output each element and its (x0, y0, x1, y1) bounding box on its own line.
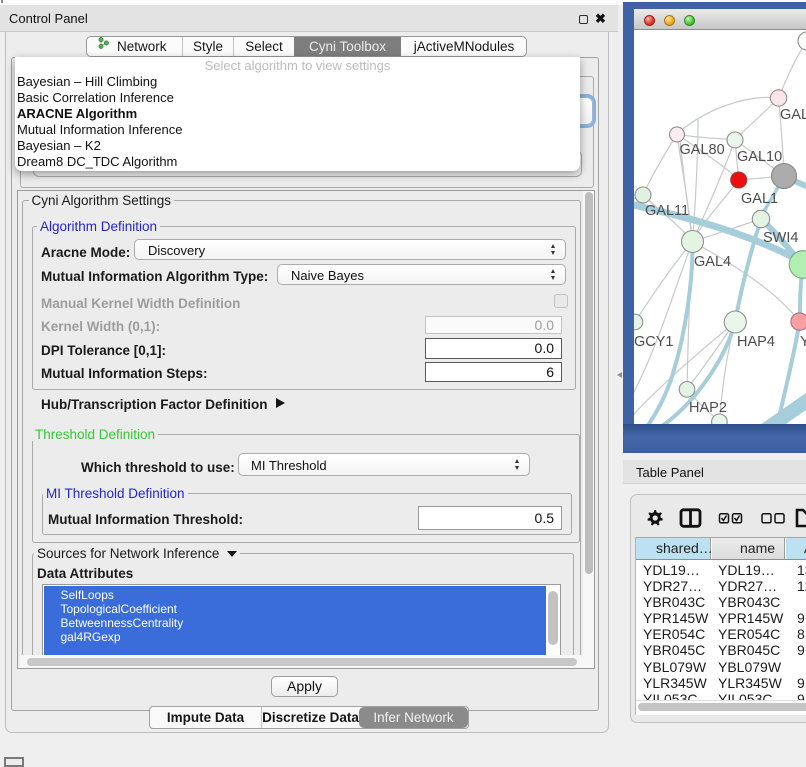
svg-text:GAL10: GAL10 (737, 149, 782, 165)
svg-text:GAL4: GAL4 (694, 254, 731, 270)
svg-text:GAL1: GAL1 (741, 191, 778, 207)
svg-text:HAP4: HAP4 (737, 334, 775, 350)
svg-text:GCY1: GCY1 (634, 334, 674, 350)
svg-text:HAP2: HAP2 (689, 400, 727, 416)
svg-text:SWI4: SWI4 (763, 230, 798, 246)
svg-text:GAL: GAL (780, 107, 806, 123)
svg-text:Y: Y (800, 334, 806, 350)
svg-text:GAL11: GAL11 (645, 203, 689, 219)
svg-text:GAL80: GAL80 (680, 142, 725, 158)
